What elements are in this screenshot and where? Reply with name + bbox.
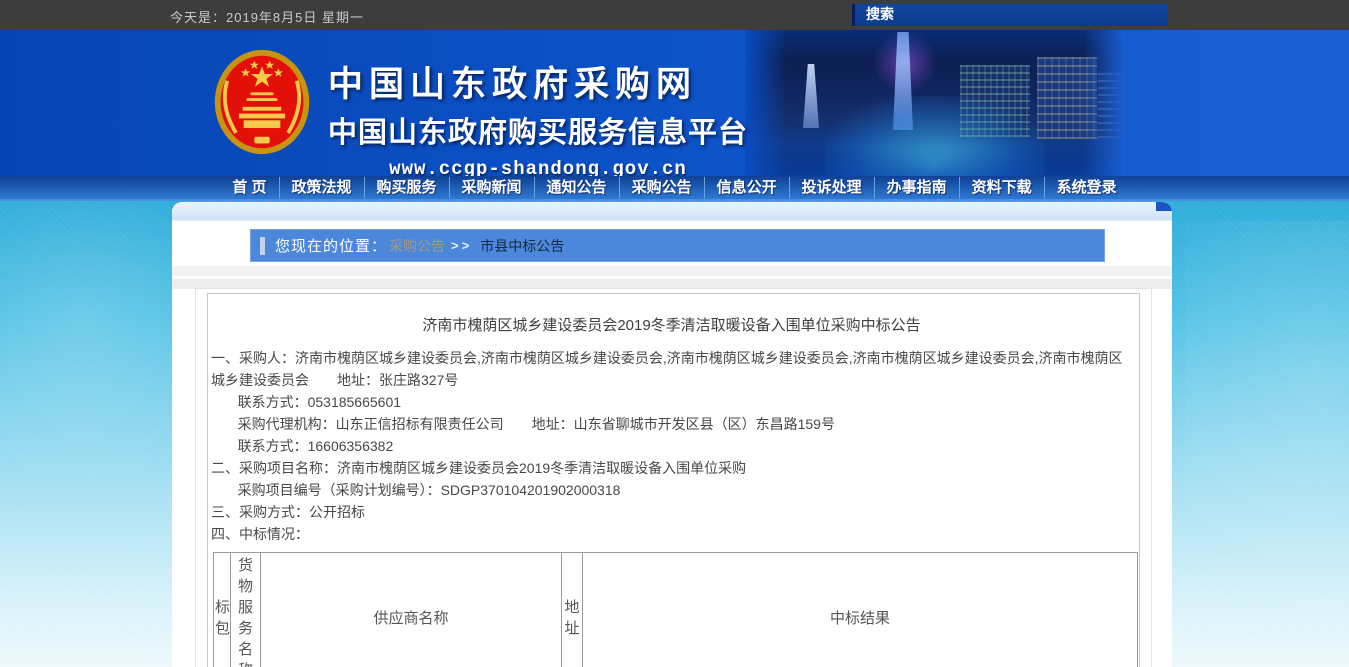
national-emblem-logo bbox=[213, 48, 311, 156]
container-top-strip bbox=[172, 202, 1172, 221]
topbar: 今天是：2019年8月5日 星期一 搜索 bbox=[0, 0, 1349, 30]
banner-building-shape bbox=[1098, 72, 1124, 138]
article-line: 联系方式：053185665601 bbox=[211, 391, 1132, 413]
content-container: 您现在的位置： 采购公告 >> 市县中标公告 济南市槐荫区城乡建设委员会2019… bbox=[172, 202, 1172, 667]
article-line: 二、采购项目名称：济南市槐荫区城乡建设委员会2019冬季清洁取暖设备入围单位采购 bbox=[211, 457, 1132, 479]
table-header-row: 标包 货物服务名称 供应商名称 地址 中标结果 bbox=[214, 553, 1138, 667]
nav-item-home[interactable]: 首 页 bbox=[220, 177, 278, 198]
article-line: 四、中标情况： bbox=[211, 523, 1132, 545]
nav-item-procurement-news[interactable]: 采购新闻 bbox=[449, 177, 534, 198]
banner-glow-shape bbox=[873, 30, 937, 94]
col-header-package: 标包 bbox=[214, 553, 231, 667]
article-line: 三、采购方式：公开招标 bbox=[211, 501, 1132, 523]
header-banner-image bbox=[745, 30, 1125, 176]
article-line: 采购项目编号（采购计划编号）：SDGP370104201902000318 bbox=[211, 479, 1132, 501]
article: 济南市槐荫区城乡建设委员会2019冬季清洁取暖设备入围单位采购中标公告 一、采购… bbox=[207, 293, 1140, 667]
banner-monument-shape bbox=[803, 64, 819, 128]
banner-tower-shape bbox=[893, 32, 913, 130]
article-line: 联系方式：16606356382 bbox=[211, 435, 1132, 457]
nav-item-procurement-announcement[interactable]: 采购公告 bbox=[619, 177, 704, 198]
banner-building-shape bbox=[960, 65, 1030, 137]
col-header-supplier-name: 供应商名称 bbox=[261, 553, 562, 667]
breadcrumb-section-link[interactable]: 采购公告 bbox=[389, 236, 445, 256]
search-label: 搜索 bbox=[855, 4, 1168, 25]
site-title: 中国山东政府采购网 bbox=[328, 56, 748, 107]
site-header: 中国山东政府采购网 中国山东政府购买服务信息平台 www.ccgp-shando… bbox=[0, 30, 1349, 176]
main-nav: 首 页 政策法规 购买服务 采购新闻 通知公告 采购公告 信息公开 投诉处理 办… bbox=[0, 176, 1349, 201]
article-line: 一、采购人：济南市槐荫区城乡建设委员会,济南市槐荫区城乡建设委员会,济南市槐荫区… bbox=[211, 347, 1132, 391]
banner-building-shape bbox=[1037, 57, 1097, 139]
col-header-bid-result: 中标结果 bbox=[583, 553, 1138, 667]
site-identity: 中国山东政府采购网 中国山东政府购买服务信息平台 www.ccgp-shando… bbox=[328, 56, 748, 180]
announcement-title: 济南市槐荫区城乡建设委员会2019冬季清洁取暖设备入围单位采购中标公告 bbox=[211, 314, 1132, 335]
breadcrumb-separator: >> bbox=[451, 238, 472, 253]
breadcrumb-accent-bar bbox=[260, 237, 265, 255]
world-map-pattern bbox=[0, 201, 200, 501]
breadcrumb-current: 市县中标公告 bbox=[480, 236, 564, 256]
site-subtitle: 中国山东政府购买服务信息平台 bbox=[328, 109, 748, 151]
nav-item-complaint[interactable]: 投诉处理 bbox=[789, 177, 874, 198]
current-date: 今天是：2019年8月5日 星期一 bbox=[170, 7, 364, 26]
nav-item-info-disclosure[interactable]: 信息公开 bbox=[704, 177, 789, 198]
divider-strip bbox=[172, 266, 1172, 276]
col-header-address: 地址 bbox=[562, 553, 583, 667]
page: 今天是：2019年8月5日 星期一 搜索 bbox=[0, 0, 1349, 667]
breadcrumb: 您现在的位置： 采购公告 >> 市县中标公告 bbox=[250, 229, 1105, 262]
page-background: 您现在的位置： 采购公告 >> 市县中标公告 济南市槐荫区城乡建设委员会2019… bbox=[0, 201, 1349, 667]
col-header-goods-service-name: 货物服务名称 bbox=[231, 553, 261, 667]
bid-result-table: 标包 货物服务名称 供应商名称 地址 中标结果 bbox=[213, 552, 1138, 667]
nav-item-notice[interactable]: 通知公告 bbox=[534, 177, 619, 198]
breadcrumb-label: 您现在的位置： bbox=[275, 235, 387, 256]
nav-item-policy[interactable]: 政策法规 bbox=[279, 177, 364, 198]
nav-item-login[interactable]: 系统登录 bbox=[1044, 177, 1129, 198]
world-map-pattern bbox=[1185, 221, 1349, 651]
search-input[interactable]: 搜索 bbox=[852, 4, 1168, 26]
article-line: 采购代理机构：山东正信招标有限责任公司 地址：山东省聊城市开发区县（区）东昌路1… bbox=[211, 413, 1132, 435]
nav-item-download[interactable]: 资料下载 bbox=[959, 177, 1044, 198]
nav-item-guide[interactable]: 办事指南 bbox=[874, 177, 959, 198]
container-corner-accent bbox=[1156, 202, 1172, 211]
banner-fountain-glow-shape bbox=[825, 96, 1045, 176]
nav-item-purchase-service[interactable]: 购买服务 bbox=[364, 177, 449, 198]
